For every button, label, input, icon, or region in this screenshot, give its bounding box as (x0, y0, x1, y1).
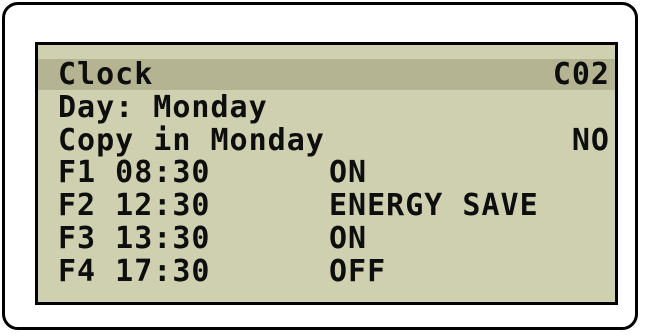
screen-title: Clock (58, 57, 154, 92)
schedule-mode: ON (329, 221, 368, 256)
screen-code: C02 (552, 57, 610, 92)
lcd-screen: Clock C02 Day: Monday Copy in Monday NO … (35, 42, 618, 305)
day-row: Day: Monday (38, 92, 615, 123)
schedule-row: F2 12:30 ENERGY SAVE (38, 190, 615, 221)
schedule-row: F3 13:30 ON (38, 223, 615, 254)
copy-row: Copy in Monday NO (38, 125, 615, 156)
schedule-slot: F3 13:30 (58, 221, 211, 256)
schedule-slot: F4 17:30 (58, 254, 211, 289)
header-row: Clock C02 (38, 59, 615, 90)
schedule-row: F4 17:30 OFF (38, 256, 615, 287)
copy-label: Copy in Monday (58, 123, 325, 158)
schedule-slot: F2 12:30 (58, 188, 211, 223)
schedule-mode: OFF (329, 254, 387, 289)
schedule-slot: F1 08:30 (58, 155, 211, 190)
schedule-mode: ENERGY SAVE (329, 188, 539, 223)
copy-value: NO (571, 123, 610, 158)
schedule-row: F1 08:30 ON (38, 157, 615, 188)
schedule-mode: ON (329, 155, 368, 190)
day-label: Day: Monday (58, 90, 268, 125)
